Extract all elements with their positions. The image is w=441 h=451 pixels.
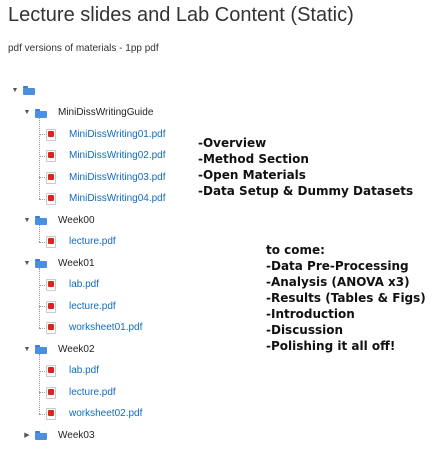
folder-row[interactable]: ▼ Week02 [23, 341, 95, 357]
file-row[interactable]: lecture.pdf [46, 384, 116, 400]
tree-guide-horizontal [39, 134, 45, 135]
file-link[interactable]: MiniDissWriting02.pdf [69, 150, 166, 161]
file-row[interactable]: lab.pdf [46, 363, 99, 379]
file-row[interactable]: MiniDissWriting01.pdf [46, 126, 166, 142]
annotation-line: -Open Materials [198, 168, 306, 182]
tree-guide-horizontal [39, 306, 45, 307]
tree-guide-vertical [39, 225, 40, 242]
file-link[interactable]: lecture.pdf [69, 301, 116, 312]
folder-icon [23, 86, 35, 95]
file-row[interactable]: lab.pdf [46, 277, 99, 293]
folder-icon [35, 108, 47, 118]
file-link[interactable]: lecture.pdf [69, 387, 116, 398]
annotation-line: -Results (Tables & Figs) [266, 291, 426, 305]
folder-icon [35, 431, 47, 440]
tree-guide-horizontal [39, 370, 45, 372]
annotation-line: -Analysis (ANOVA x3) [266, 275, 410, 289]
chevron-down-icon[interactable]: ▼ [23, 260, 31, 267]
chevron-down-icon[interactable]: ▼ [23, 346, 31, 353]
pdf-file-icon [46, 322, 56, 334]
pdf-file-icon [46, 128, 56, 141]
tree-guide-horizontal [39, 155, 45, 157]
folder-row[interactable]: ▼ Week00 [23, 212, 95, 228]
folder-label[interactable]: Week01 [58, 258, 95, 269]
folder-icon [35, 259, 47, 268]
file-link[interactable]: lab.pdf [69, 279, 99, 290]
tree-guide-horizontal [39, 392, 45, 393]
page-subtitle: pdf versions of materials - 1pp pdf [8, 43, 159, 54]
annotation-to-come: to come: -Data Pre-Processing -Analysis … [266, 242, 426, 354]
folder-row[interactable]: ▼ MiniDissWritingGuide [23, 105, 154, 121]
chevron-down-icon[interactable]: ▼ [23, 109, 31, 116]
tree-guide-horizontal [39, 413, 45, 415]
annotation-line: -Introduction [266, 307, 355, 321]
file-row[interactable]: MiniDissWriting02.pdf [46, 148, 166, 164]
file-row[interactable]: MiniDissWriting03.pdf [46, 169, 166, 185]
file-link[interactable]: lecture.pdf [69, 236, 116, 247]
chevron-right-icon[interactable]: ▶ [23, 431, 31, 439]
file-row[interactable]: worksheet02.pdf [46, 406, 142, 422]
chevron-down-icon[interactable]: ▼ [11, 87, 19, 94]
annotation-line: -Overview [198, 136, 267, 150]
tree-guide-horizontal [39, 177, 45, 178]
pdf-file-icon [46, 408, 56, 420]
tree-guide-horizontal [39, 327, 45, 329]
folder-row[interactable]: ▶ Week03 [23, 427, 95, 443]
folder-label[interactable]: Week00 [58, 215, 95, 226]
annotation-line: -Data Pre-Processing [266, 259, 409, 273]
file-link[interactable]: MiniDissWriting04.pdf [69, 193, 166, 204]
tree-guide-vertical [39, 354, 40, 414]
tree-guide-horizontal [39, 198, 45, 200]
folder-label[interactable]: MiniDissWritingGuide [58, 107, 153, 118]
annotation-line: -Polishing it all off! [266, 339, 396, 353]
annotation-done: -Overview -Method Section -Open Material… [198, 135, 413, 199]
file-row[interactable]: worksheet01.pdf [46, 320, 142, 336]
chevron-down-icon[interactable]: ▼ [23, 217, 31, 224]
tree-guide-vertical [39, 117, 40, 199]
file-row[interactable]: lecture.pdf [46, 298, 116, 314]
annotation-heading: to come: [266, 243, 325, 257]
pdf-file-icon [46, 300, 56, 313]
folder-icon [35, 345, 47, 354]
pdf-file-icon [46, 279, 56, 291]
file-link[interactable]: lab.pdf [69, 365, 99, 376]
tree-guide-horizontal [39, 284, 45, 286]
file-row[interactable]: MiniDissWriting04.pdf [46, 191, 166, 207]
tree-guide-vertical [39, 268, 40, 328]
folder-row[interactable]: ▼ Week01 [23, 255, 95, 271]
file-link[interactable]: worksheet02.pdf [69, 408, 142, 419]
pdf-file-icon [46, 236, 56, 248]
file-row[interactable]: lecture.pdf [46, 234, 116, 250]
page-title: Lecture slides and Lab Content (Static) [8, 4, 354, 26]
folder-label[interactable]: Week02 [58, 344, 95, 355]
pdf-file-icon [46, 150, 56, 162]
file-link[interactable]: MiniDissWriting01.pdf [69, 129, 166, 140]
tree-guide-horizontal [39, 241, 45, 243]
pdf-file-icon [46, 365, 56, 377]
pdf-file-icon [46, 171, 56, 184]
annotation-line: -Discussion [266, 323, 344, 337]
annotation-line: -Method Section [198, 152, 309, 166]
tree-root[interactable]: ▼ [11, 82, 46, 98]
folder-label[interactable]: Week03 [58, 430, 95, 441]
pdf-file-icon [46, 193, 56, 205]
pdf-file-icon [46, 386, 56, 399]
file-link[interactable]: MiniDissWriting03.pdf [69, 172, 166, 183]
folder-icon [35, 216, 47, 225]
file-link[interactable]: worksheet01.pdf [69, 322, 142, 333]
annotation-line: -Data Setup & Dummy Datasets [198, 184, 414, 198]
